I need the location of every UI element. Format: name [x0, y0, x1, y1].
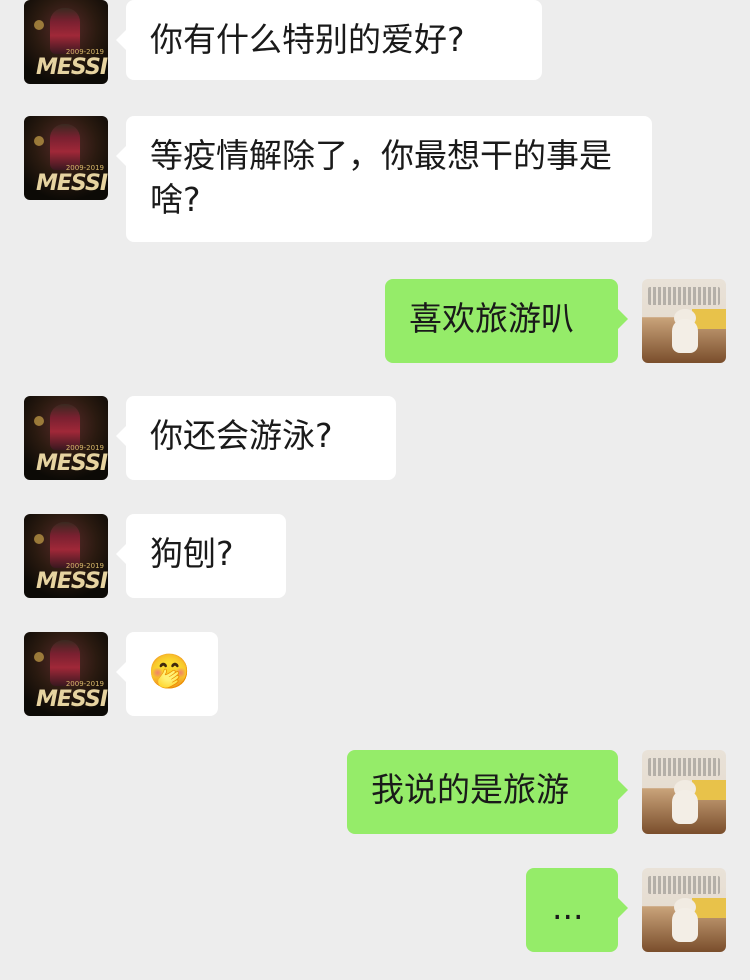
gold-ball-icon [34, 652, 44, 662]
messi-avatar[interactable]: 2009-2019 MESSI [24, 396, 108, 480]
chat-bubble-outgoing[interactable]: ... [526, 868, 628, 952]
message-text: 你还会游泳? [150, 416, 333, 455]
avatar-label: MESSI [36, 55, 108, 80]
avatar-label: MESSI [36, 569, 108, 594]
messi-avatar[interactable]: 2009-2019 MESSI [24, 116, 108, 200]
chat-bubble-incoming[interactable]: 等疫情解除了，你最想干的事是啥? [116, 116, 652, 242]
message-text: 我说的是旅游 [371, 770, 569, 809]
meme-caption [648, 876, 720, 894]
cat-meme-avatar[interactable] [642, 750, 726, 834]
cat-body [672, 790, 698, 824]
gold-ball-icon [34, 534, 44, 544]
gold-ball-icon [34, 136, 44, 146]
chat-bubble-outgoing[interactable]: 喜欢旅游叭 [385, 279, 628, 363]
gold-ball-icon [34, 416, 44, 426]
chat-bubble-outgoing[interactable]: 我说的是旅游 [347, 750, 628, 834]
avatar-label: MESSI [36, 451, 108, 476]
chat-bubble-incoming[interactable]: 🤭 [116, 632, 218, 716]
message-text: 你有什么特别的爱好? [150, 20, 465, 59]
meme-caption [648, 758, 720, 776]
cat-body [672, 908, 698, 942]
messi-avatar[interactable]: 2009-2019 MESSI [24, 514, 108, 598]
cat-meme-avatar[interactable] [642, 279, 726, 363]
meme-caption [648, 287, 720, 305]
chat-bubble-incoming[interactable]: 你有什么特别的爱好? [116, 0, 542, 80]
avatar-label: MESSI [36, 687, 108, 712]
message-text: ... [552, 888, 584, 927]
chat-bubble-incoming[interactable]: 狗刨? [116, 514, 286, 598]
smirk-emoji-icon: 🤭 [148, 652, 191, 692]
avatar-label: MESSI [36, 171, 108, 196]
cat-body [672, 319, 698, 353]
message-text: 等疫情解除了，你最想干的事是啥? [150, 136, 612, 219]
message-text: 狗刨? [150, 534, 234, 573]
cat-meme-avatar[interactable] [642, 868, 726, 952]
messi-avatar[interactable]: 2009-2019 MESSI [24, 632, 108, 716]
messi-avatar[interactable]: 2009-2019 MESSI [24, 0, 108, 84]
gold-ball-icon [34, 20, 44, 30]
chat-bubble-incoming[interactable]: 你还会游泳? [116, 396, 396, 480]
message-text: 喜欢旅游叭 [409, 299, 574, 338]
